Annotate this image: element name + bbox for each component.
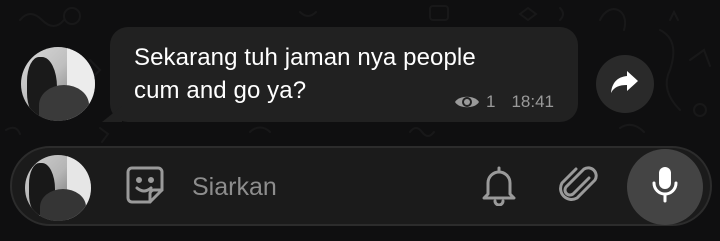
- attach-button[interactable]: [556, 164, 602, 210]
- message-input[interactable]: [192, 168, 452, 206]
- sticker-button[interactable]: [122, 164, 168, 210]
- message-bubble[interactable]: Sekarang tuh jaman nya people cum and go…: [102, 27, 578, 122]
- avatar-body: [39, 85, 89, 121]
- voice-message-button[interactable]: [627, 149, 703, 225]
- send-as-avatar[interactable]: [25, 155, 91, 221]
- forward-button[interactable]: [596, 55, 654, 113]
- chat-screen: Sekarang tuh jaman nya people cum and go…: [0, 0, 720, 241]
- message-time: 18:41: [511, 92, 554, 111]
- microphone-icon: [650, 165, 680, 210]
- paperclip-icon: [559, 164, 599, 211]
- sender-avatar[interactable]: [21, 47, 95, 121]
- forward-arrow-icon: [610, 69, 640, 100]
- sticker-icon: [124, 164, 166, 211]
- message-meta: 1 18:41: [454, 92, 554, 112]
- eye-icon: [454, 93, 480, 111]
- view-count: 1: [485, 92, 496, 111]
- silent-broadcast-toggle[interactable]: [476, 164, 522, 210]
- avatar-body: [40, 189, 86, 221]
- bell-icon: [480, 164, 518, 211]
